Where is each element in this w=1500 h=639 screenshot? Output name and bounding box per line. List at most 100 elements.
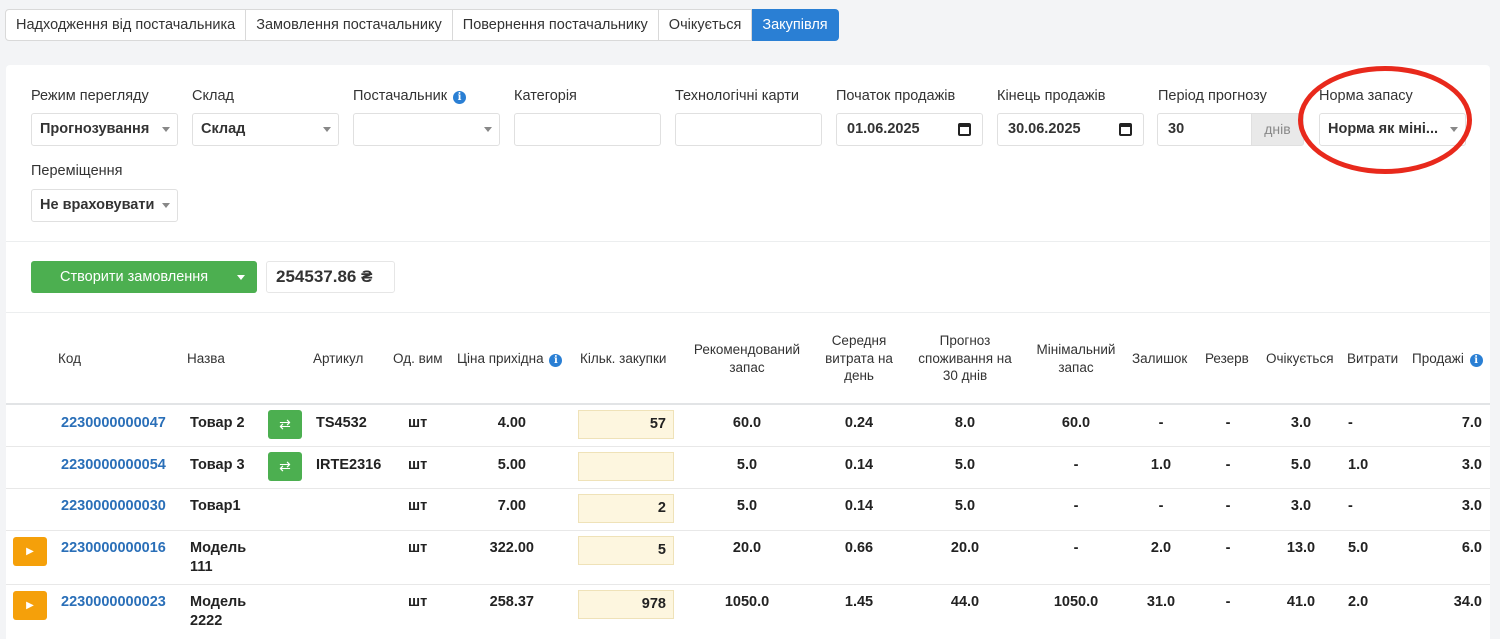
expand-row-icon[interactable]: ▶ (13, 591, 47, 620)
sales-start-date[interactable]: 01.06.2025 (836, 113, 983, 146)
chevron-down-icon[interactable] (237, 275, 245, 280)
avg-daily-usage: 0.14 (844, 498, 874, 514)
info-icon[interactable]: i (453, 91, 467, 104)
expected: 5.0 (1290, 457, 1312, 473)
chevron-down-icon (162, 127, 170, 132)
sales-start-label: Початок продажів (836, 88, 956, 104)
balance: - (1158, 415, 1164, 431)
calendar-icon[interactable] (1119, 123, 1132, 136)
sales: 6.0 (1461, 540, 1482, 556)
product-price: 322.00 (489, 540, 534, 556)
sales: 7.0 (1461, 415, 1482, 431)
product-article: TS4532 (316, 415, 367, 431)
min-stock: - (1073, 540, 1079, 556)
chevron-down-icon (1450, 127, 1458, 132)
stock-norm-value: Норма як міні... (1328, 121, 1438, 137)
col-article: Артикул (313, 351, 364, 366)
expected: 3.0 (1290, 498, 1312, 514)
product-article: IRTE2316 (316, 457, 382, 473)
balance: - (1158, 498, 1164, 514)
swap-icon[interactable]: ⇄ (268, 452, 302, 481)
min-stock: - (1073, 457, 1079, 473)
stock-norm-select[interactable]: Норма як міні... (1319, 113, 1466, 146)
col-forecast: Прогноз споживання на 30 днів (918, 333, 1012, 383)
product-price: 5.00 (497, 457, 526, 473)
purchasing-panel: Режим перегляду Прогнозування Склад Скла… (6, 65, 1490, 639)
view-mode-label: Режим перегляду (31, 88, 149, 104)
col-balance: Залишок (1132, 351, 1188, 366)
forecast-usage: 20.0 (950, 540, 980, 556)
col-price: Ціна прихідна i (457, 350, 563, 368)
col-sales-label: Продажі (1412, 351, 1464, 366)
balance: 1.0 (1150, 457, 1172, 473)
chevron-down-icon (323, 127, 331, 132)
product-price: 7.00 (497, 498, 526, 514)
info-icon[interactable]: i (549, 354, 563, 367)
supplier-label: Постачальник i (353, 88, 467, 104)
product-unit: шт (408, 540, 428, 556)
sales-end-date[interactable]: 30.06.2025 (997, 113, 1144, 146)
swap-icon[interactable]: ⇄ (268, 410, 302, 439)
product-code-link[interactable]: 2230000000030 (61, 497, 166, 516)
product-code-link[interactable]: 2230000000054 (61, 456, 166, 475)
transfers-select[interactable]: Не враховувати (31, 189, 178, 222)
product-code-link[interactable]: 2230000000016 (61, 539, 166, 558)
recommended-stock: 60.0 (732, 415, 762, 431)
category-input[interactable] (514, 113, 661, 146)
forecast-usage: 5.0 (954, 498, 976, 514)
forecast-usage: 44.0 (950, 594, 980, 610)
sales-start-value: 01.06.2025 (847, 121, 920, 137)
product-unit: шт (408, 415, 428, 431)
purchase-qty-input[interactable]: 5 (578, 536, 674, 565)
reserve: - (1225, 457, 1231, 473)
tech-cards-input[interactable] (675, 113, 822, 146)
recommended-stock: 20.0 (732, 540, 762, 556)
recommended-stock: 5.0 (736, 457, 758, 473)
tab-expected[interactable]: Очікується (658, 9, 753, 41)
calendar-icon[interactable] (958, 123, 971, 136)
expenses: 5.0 (1348, 540, 1369, 556)
tab-supplier-receipt[interactable]: Надходження від постачальника (5, 9, 247, 41)
reserve: - (1225, 540, 1231, 556)
view-mode-select[interactable]: Прогнозування (31, 113, 178, 146)
purchase-qty-input[interactable] (578, 452, 674, 481)
table-header-border (6, 403, 1490, 405)
reserve: - (1225, 594, 1231, 610)
avg-daily-usage: 1.45 (844, 594, 874, 610)
product-unit: шт (408, 457, 428, 473)
tab-supplier-return[interactable]: Повернення постачальнику (452, 9, 659, 41)
supplier-select[interactable] (353, 113, 500, 146)
recommended-stock: 5.0 (736, 498, 758, 514)
col-reserve: Резерв (1205, 351, 1249, 366)
tab-supplier-order[interactable]: Замовлення постачальнику (246, 9, 453, 41)
purchase-qty-input[interactable]: 2 (578, 494, 674, 523)
info-icon[interactable]: i (1469, 354, 1483, 367)
reserve: - (1225, 498, 1231, 514)
expenses: 1.0 (1348, 457, 1369, 473)
min-stock: 60.0 (1061, 415, 1091, 431)
product-name-line1: Модель (190, 594, 247, 610)
product-code-link[interactable]: 2230000000023 (61, 593, 166, 612)
tab-purchasing[interactable]: Закупівля (752, 9, 839, 41)
forecast-period-label: Період прогнозу (1158, 88, 1267, 104)
order-total: 254537.86 ₴ (266, 261, 395, 293)
product-code-link[interactable]: 2230000000047 (61, 414, 166, 433)
forecast-period-unit: днів (1252, 113, 1304, 146)
category-label: Категорія (514, 88, 577, 104)
product-name: Товар1 (190, 498, 241, 514)
warehouse-select[interactable]: Склад (192, 113, 339, 146)
col-expenses: Витрати (1347, 351, 1399, 366)
row-divider (6, 488, 1490, 489)
sales-end-label: Кінець продажів (997, 88, 1106, 104)
purchase-qty-input[interactable]: 57 (578, 410, 674, 439)
expenses: - (1348, 415, 1353, 431)
purchase-qty-input[interactable]: 978 (578, 590, 674, 619)
col-price-label: Ціна прихідна (457, 351, 544, 366)
expected: 13.0 (1286, 540, 1316, 556)
sales: 34.0 (1453, 594, 1482, 610)
stock-norm-label: Норма запасу (1319, 88, 1413, 104)
forecast-period-input[interactable]: 30 (1157, 113, 1252, 146)
expand-row-icon[interactable]: ▶ (13, 537, 47, 566)
create-order-button[interactable]: Створити замовлення (31, 261, 257, 293)
expected: 41.0 (1286, 594, 1316, 610)
